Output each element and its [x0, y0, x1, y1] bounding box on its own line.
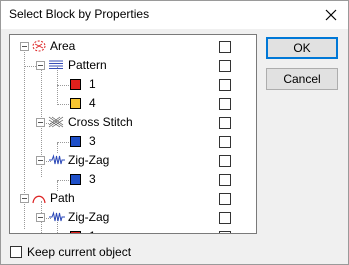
tree-line [57, 104, 69, 105]
row-checkbox[interactable] [219, 136, 231, 148]
row-checkbox[interactable] [219, 231, 231, 233]
cancel-button[interactable]: Cancel [266, 68, 338, 90]
path-icon [32, 195, 46, 204]
close-button[interactable] [314, 1, 348, 29]
tree-row-pattern[interactable]: Pattern [10, 56, 256, 75]
tree-line [57, 142, 69, 143]
row-checkbox[interactable] [219, 155, 231, 167]
properties-tree[interactable]: Area Pattern 1 4 Cross Stitch 3 Zig-Zag … [9, 34, 257, 234]
color-swatch [70, 136, 81, 147]
tree-line [57, 85, 69, 86]
row-checkbox[interactable] [219, 212, 231, 224]
tree-row-area[interactable]: Area [10, 37, 256, 56]
tree-row-cross-stitch[interactable]: Cross Stitch [10, 113, 256, 132]
keep-current-object-checkbox[interactable] [10, 246, 22, 258]
tree-row-label: Area [50, 39, 76, 53]
tree-row-zigzag[interactable]: Zig-Zag [10, 151, 256, 170]
row-checkbox[interactable] [219, 98, 231, 110]
row-checkbox[interactable] [219, 193, 231, 205]
collapse-toggle[interactable] [36, 118, 45, 127]
close-icon [325, 9, 337, 21]
tree-row-color[interactable]: 3 [10, 132, 256, 151]
tree-row-label: 4 [89, 96, 96, 110]
collapse-toggle[interactable] [36, 61, 45, 70]
cross-stitch-icon [48, 116, 64, 128]
collapse-toggle[interactable] [20, 42, 29, 51]
tree-line [24, 66, 36, 67]
color-swatch [70, 98, 81, 109]
dialog-title: Select Block by Properties [9, 7, 150, 21]
collapse-toggle[interactable] [36, 213, 45, 222]
title-bar: Select Block by Properties [1, 1, 348, 29]
tree-row-color[interactable]: 3 [10, 170, 256, 189]
tree-row-label: Zig-Zag [68, 210, 110, 224]
row-checkbox[interactable] [219, 174, 231, 186]
tree-row-path[interactable]: Path [10, 189, 256, 208]
area-icon [32, 40, 46, 52]
tree-row-label: Cross Stitch [68, 115, 133, 129]
color-swatch [70, 231, 81, 233]
tree-row-label: Pattern [68, 58, 107, 72]
pattern-icon [49, 60, 63, 69]
tree-row-color[interactable]: 1 [10, 75, 256, 94]
row-checkbox[interactable] [219, 60, 231, 72]
color-swatch [70, 79, 81, 90]
select-block-dialog: Select Block by Properties Area Pattern … [0, 0, 349, 265]
row-checkbox[interactable] [219, 79, 231, 91]
tree-row-label: 1 [89, 229, 96, 233]
collapse-toggle[interactable] [36, 156, 45, 165]
zigzag-icon [49, 211, 65, 222]
keep-current-object-label: Keep current object [27, 245, 132, 259]
tree-row-label: 1 [89, 77, 96, 91]
collapse-toggle[interactable] [20, 194, 29, 203]
tree-row-zigzag[interactable]: Zig-Zag [10, 208, 256, 227]
tree-row-color[interactable]: 1 [10, 227, 256, 233]
tree-row-label: 3 [89, 134, 96, 148]
color-swatch [70, 174, 81, 185]
row-checkbox[interactable] [219, 41, 231, 53]
tree-line [57, 180, 69, 181]
tree-row-color[interactable]: 4 [10, 94, 256, 113]
tree-row-label: 3 [89, 172, 96, 186]
row-checkbox[interactable] [219, 117, 231, 129]
tree-row-label: Zig-Zag [68, 153, 110, 167]
tree-row-label: Path [50, 191, 75, 205]
ok-button[interactable]: OK [266, 37, 338, 59]
zigzag-icon [49, 154, 65, 165]
